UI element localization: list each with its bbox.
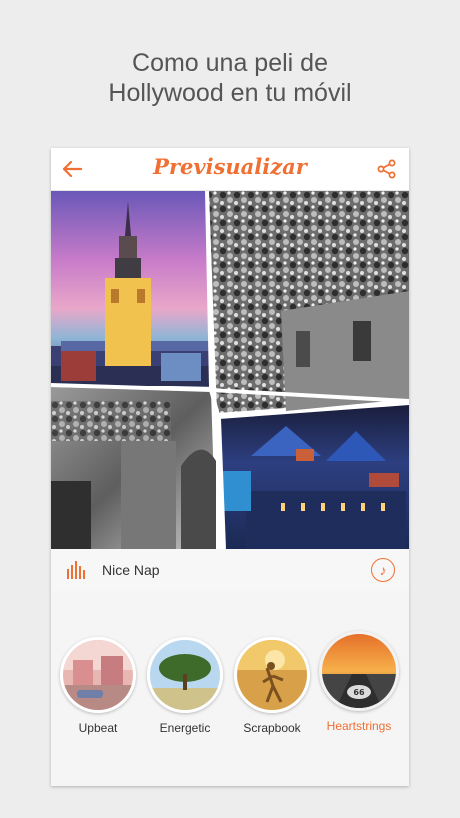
- photo-night-city: [219, 405, 409, 549]
- music-bar: Nice Nap ♪: [51, 549, 409, 592]
- theme-scrapbook[interactable]: Scrapbook: [230, 637, 314, 735]
- theme-scrapbook-thumbnail: [234, 637, 310, 713]
- track-name: Nice Nap: [102, 562, 160, 578]
- theme-label: Energetic: [159, 721, 211, 735]
- theme-upbeat[interactable]: Upbeat: [56, 637, 140, 735]
- photo-tower: [51, 191, 211, 387]
- theme-picker: Upbeat Energetic Scrapbook 66 Heartstrin…: [51, 591, 409, 786]
- theme-label: Heartstrings: [326, 719, 392, 733]
- theme-energetic[interactable]: Energetic: [143, 637, 227, 735]
- music-note-icon[interactable]: ♪: [371, 558, 395, 582]
- theme-heartstrings-thumbnail: 66: [319, 631, 399, 711]
- theme-energetic-thumbnail: [147, 637, 223, 713]
- app-screen: Previsualizar Nice Nap ♪ Upbeat Energeti…: [51, 148, 409, 786]
- photo-archway: [51, 387, 216, 549]
- theme-heartstrings[interactable]: 66 Heartstrings: [317, 631, 401, 733]
- top-bar: Previsualizar: [51, 148, 409, 191]
- theme-label: Upbeat: [78, 721, 118, 735]
- promo-line-1: Como una peli de: [132, 49, 328, 77]
- photo-ivy-wall: [209, 191, 409, 413]
- preview-collage[interactable]: [51, 191, 409, 549]
- theme-label: Scrapbook: [243, 721, 301, 735]
- page-title: Previsualizar: [153, 154, 307, 179]
- equalizer-icon: [67, 561, 85, 579]
- promo-headline: Como una peli de Hollywood en tu móvil: [0, 48, 460, 108]
- share-icon[interactable]: [377, 159, 397, 179]
- theme-upbeat-thumbnail: [60, 637, 136, 713]
- promo-line-2: Hollywood en tu móvil: [108, 79, 352, 107]
- svg-text:66: 66: [353, 688, 365, 697]
